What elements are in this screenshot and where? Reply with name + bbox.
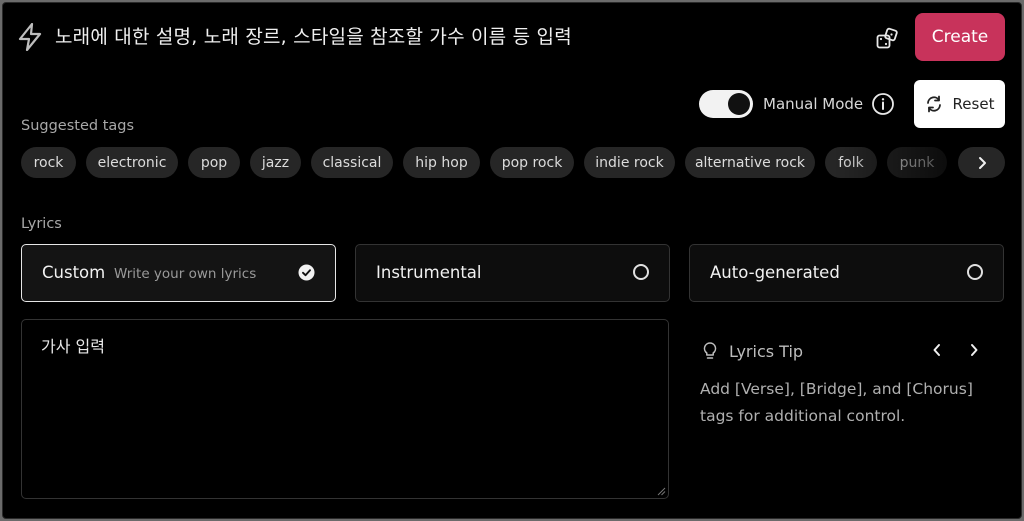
info-icon[interactable] bbox=[871, 92, 895, 116]
suggested-tags-heading: Suggested tags bbox=[21, 118, 135, 134]
toggle-knob bbox=[728, 93, 750, 115]
tags-scroll-next-button[interactable] bbox=[958, 147, 1005, 178]
tip-prev-button[interactable] bbox=[925, 338, 949, 362]
tag-pop-rock[interactable]: pop rock bbox=[490, 147, 574, 178]
lyrics-option-auto-generated[interactable]: Auto-generated bbox=[689, 244, 1004, 302]
option-title: Auto-generated bbox=[710, 263, 840, 282]
radio-unchecked-icon bbox=[633, 264, 649, 280]
song-description-input[interactable]: 노래에 대한 설명, 노래 장르, 스타일을 참조할 가수 이름 등 입력 bbox=[55, 22, 572, 49]
tag-jazz[interactable]: jazz bbox=[250, 147, 301, 178]
tag-alternative-rock[interactable]: alternative rock bbox=[685, 147, 815, 178]
create-button[interactable]: Create bbox=[915, 13, 1005, 61]
random-prompt-button[interactable] bbox=[871, 23, 903, 55]
resize-handle-icon[interactable] bbox=[656, 486, 666, 496]
tag-punk[interactable]: punk bbox=[887, 147, 947, 178]
radio-unchecked-icon bbox=[967, 264, 983, 280]
lyrics-tip-text: Add [Verse], [Bridge], and [Chorus] tags… bbox=[700, 380, 973, 425]
song-create-panel: 노래에 대한 설명, 노래 장르, 스타일을 참조할 가수 이름 등 입력 Cr… bbox=[2, 2, 1022, 519]
refresh-icon bbox=[926, 95, 941, 113]
tag-rock[interactable]: rock bbox=[21, 147, 76, 178]
reset-label: Reset bbox=[952, 95, 995, 113]
option-title: Instrumental bbox=[376, 263, 482, 282]
suggested-tags-list: rock electronic pop jazz classical hip h… bbox=[21, 147, 951, 179]
lyrics-tip-title: Lyrics Tip bbox=[729, 342, 804, 361]
option-subtitle: Write your own lyrics bbox=[114, 266, 257, 282]
tag-indie-rock[interactable]: indie rock bbox=[584, 147, 675, 178]
lyrics-placeholder: 가사 입력 bbox=[41, 337, 105, 356]
tag-hip-hop[interactable]: hip hop bbox=[403, 147, 480, 178]
chevron-left-icon bbox=[933, 344, 940, 356]
tag-folk[interactable]: folk bbox=[825, 147, 877, 178]
option-title: Custom bbox=[42, 263, 106, 282]
manual-mode-toggle[interactable] bbox=[699, 90, 753, 118]
lyrics-heading: Lyrics bbox=[21, 216, 62, 232]
radio-checked-icon bbox=[298, 264, 315, 281]
lyrics-textarea[interactable]: 가사 입력 bbox=[21, 319, 669, 499]
lightning-icon bbox=[18, 23, 42, 51]
dice-icon bbox=[876, 27, 898, 49]
manual-mode-label: Manual Mode bbox=[763, 95, 864, 113]
tag-pop[interactable]: pop bbox=[188, 147, 240, 178]
tag-classical[interactable]: classical bbox=[311, 147, 393, 178]
chevron-right-icon bbox=[971, 344, 978, 356]
lyrics-option-custom[interactable]: Custom Write your own lyrics bbox=[21, 244, 336, 302]
tip-next-button[interactable] bbox=[962, 338, 986, 362]
chevron-right-icon bbox=[978, 156, 986, 169]
tag-electronic[interactable]: electronic bbox=[86, 147, 178, 178]
reset-button[interactable]: Reset bbox=[914, 80, 1005, 128]
lightbulb-icon bbox=[703, 342, 717, 359]
lyrics-option-instrumental[interactable]: Instrumental bbox=[355, 244, 670, 302]
